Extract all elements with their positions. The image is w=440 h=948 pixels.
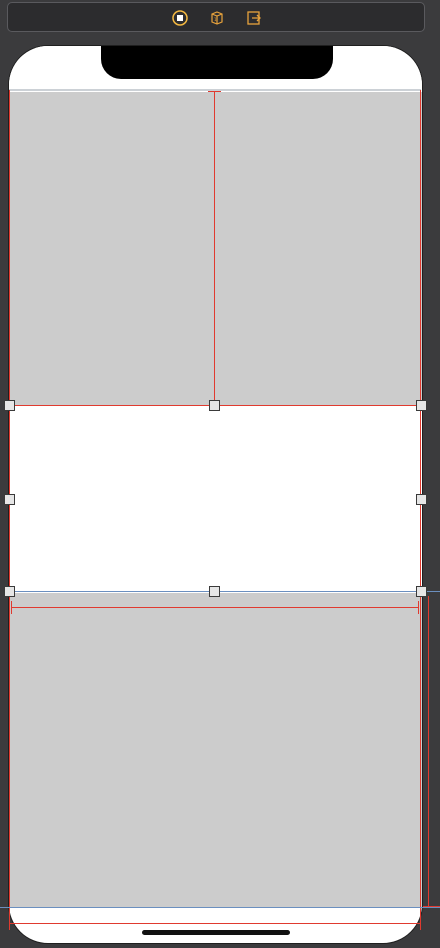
home-indicator <box>142 930 290 935</box>
bottom-gray-view[interactable] <box>9 593 422 908</box>
storyboard-canvas[interactable]: 1 <box>0 0 440 948</box>
exit-icon[interactable] <box>246 10 262 26</box>
scene-dock: 1 <box>7 2 425 32</box>
view-controller-icon[interactable] <box>172 10 188 26</box>
resize-handle-bottom-center[interactable] <box>209 586 220 597</box>
resize-handle-middle-right[interactable] <box>416 494 427 505</box>
iphone-device-frame <box>8 45 423 944</box>
resize-handle-top-left[interactable] <box>4 400 15 411</box>
resize-handle-middle-left[interactable] <box>4 494 15 505</box>
resize-handle-bottom-right[interactable] <box>416 586 427 597</box>
device-notch <box>101 46 333 79</box>
top-gray-view[interactable] <box>9 92 422 406</box>
resize-handle-bottom-left[interactable] <box>4 586 15 597</box>
resize-handle-top-right[interactable] <box>416 400 427 411</box>
resize-handle-top-center[interactable] <box>209 400 220 411</box>
middle-white-view[interactable] <box>9 407 422 592</box>
first-responder-icon[interactable]: 1 <box>209 10 225 26</box>
